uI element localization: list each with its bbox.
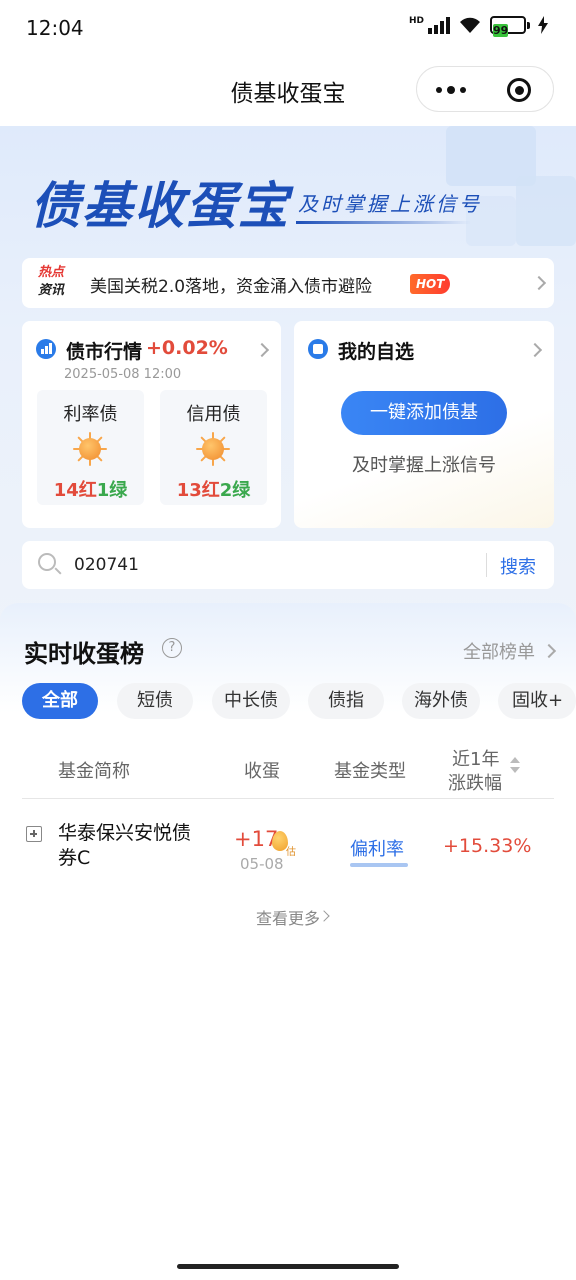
sort-icon[interactable]	[510, 757, 520, 775]
market-change: +0.02%	[146, 337, 228, 359]
bar-chart-icon	[36, 339, 56, 359]
tab-mid-long-bond[interactable]: 中长债	[212, 683, 290, 719]
status-icons: HD 99	[408, 16, 548, 37]
market-card[interactable]: 债市行情 +0.02% 2025-05-08 12:00 利率债 14红1绿 信…	[22, 321, 281, 528]
chevron-right-icon[interactable]	[254, 342, 270, 358]
rate-bond-label: 利率债	[63, 404, 118, 425]
col-fund-type: 基金类型	[334, 761, 406, 782]
col-fund-name: 基金简称	[58, 761, 130, 782]
search-bar: 搜索	[22, 541, 554, 589]
news-tag-top: 热点	[38, 265, 65, 280]
market-title: 债市行情	[66, 341, 143, 363]
all-rankings-link[interactable]: 全部榜单	[463, 638, 535, 664]
news-tag: 热点 资讯	[38, 264, 72, 300]
charging-icon	[538, 16, 548, 34]
search-button[interactable]: 搜索	[500, 553, 536, 579]
green-count: 1绿	[96, 480, 128, 501]
market-date: 2025-05-08 12:00	[64, 367, 182, 382]
red-count: 14红	[53, 480, 97, 501]
watchlist-card[interactable]: 我的自选 一键添加债基 及时掌握上涨信号	[294, 321, 554, 528]
brand-slogan: 及时掌握上涨信号	[298, 192, 482, 216]
chevron-right-icon[interactable]	[531, 275, 547, 291]
battery-level: 99	[493, 24, 509, 37]
close-miniprogram-icon[interactable]	[485, 67, 553, 113]
tab-overseas-bond[interactable]: 海外债	[402, 683, 480, 719]
tab-short-bond[interactable]: 短债	[117, 683, 193, 719]
view-more-link[interactable]: 查看更多	[0, 905, 576, 929]
rate-bond-count: 14红1绿	[37, 476, 144, 502]
news-tag-bottom: 资讯	[38, 283, 65, 298]
search-icon	[38, 553, 62, 575]
help-icon[interactable]: ?	[162, 638, 182, 658]
fund-type-underline	[350, 863, 408, 867]
credit-bond-card[interactable]: 信用债 13红2绿	[160, 390, 267, 505]
rate-bond-card[interactable]: 利率债 14红1绿	[37, 390, 144, 505]
fund-type: 偏利率	[350, 839, 404, 860]
decoration	[516, 176, 576, 246]
status-time: 12:04	[26, 16, 84, 40]
bookmark-icon	[308, 339, 328, 359]
chevron-right-icon[interactable]	[527, 342, 543, 358]
col-eggs: 收蛋	[244, 761, 280, 782]
bottom-bar	[0, 1256, 576, 1280]
network-label: HD	[408, 16, 424, 26]
col-perf-line1[interactable]: 近1年	[452, 745, 499, 771]
category-tabs: 全部 短债 中长债 债指 海外债 固收+	[22, 683, 576, 721]
home-indicator[interactable]	[177, 1264, 399, 1269]
more-icon[interactable]	[417, 67, 485, 113]
signal-icon	[428, 16, 450, 34]
wifi-icon	[460, 17, 480, 33]
news-headline[interactable]: 美国关税2.0落地，资金涌入债市避险	[90, 272, 372, 297]
watchlist-subtitle: 及时掌握上涨信号	[352, 455, 496, 476]
green-count: 2绿	[219, 480, 251, 501]
add-bond-fund-button[interactable]: 一键添加债基	[341, 391, 507, 435]
ranking-panel: 实时收蛋榜 ? 全部榜单 全部 短债 中长债 债指 海外债 固收+ 基金简称 收…	[0, 603, 576, 1263]
credit-bond-label: 信用债	[186, 404, 241, 425]
status-bar: 12:04 HD 99	[0, 0, 576, 56]
search-input[interactable]	[74, 553, 454, 577]
hot-news-bar[interactable]: 热点 资讯 美国关税2.0落地，资金涌入债市避险 HOT	[22, 258, 554, 308]
fund-name[interactable]: 华泰保兴安悦债券C	[58, 821, 208, 871]
watchlist-title: 我的自选	[338, 341, 415, 363]
egg-estimate-label: 估	[286, 847, 296, 858]
divider	[486, 553, 487, 577]
egg-date: 05-08	[240, 855, 284, 873]
fund-performance: +15.33%	[443, 835, 532, 857]
red-count: 13红	[176, 480, 220, 501]
miniprogram-capsule	[416, 66, 554, 112]
tab-fixed-income-plus[interactable]: 固收+	[498, 683, 576, 719]
tab-bond-index[interactable]: 债指	[308, 683, 384, 719]
nav-bar: 债基收蛋宝	[0, 56, 576, 126]
tab-all[interactable]: 全部	[22, 683, 98, 719]
battery-icon: 99	[490, 16, 530, 37]
slogan-underline	[296, 221, 471, 224]
credit-bond-count: 13红2绿	[160, 476, 267, 502]
col-perf-line2[interactable]: 涨跌幅	[448, 769, 502, 795]
sunny-icon	[196, 432, 230, 466]
table-row[interactable]: 华泰保兴安悦债券C +17 估 05-08 偏利率 +15.33%	[22, 811, 554, 887]
add-watchlist-icon[interactable]	[26, 826, 42, 842]
table-header: 基金简称 收蛋 基金类型 近1年 涨跌幅	[22, 733, 554, 799]
hot-badge: HOT	[410, 274, 451, 294]
brand-logo: 债基收蛋宝	[30, 176, 290, 235]
ranking-title: 实时收蛋榜	[24, 640, 144, 668]
chevron-right-icon[interactable]	[541, 643, 557, 659]
sunny-icon	[73, 432, 107, 466]
